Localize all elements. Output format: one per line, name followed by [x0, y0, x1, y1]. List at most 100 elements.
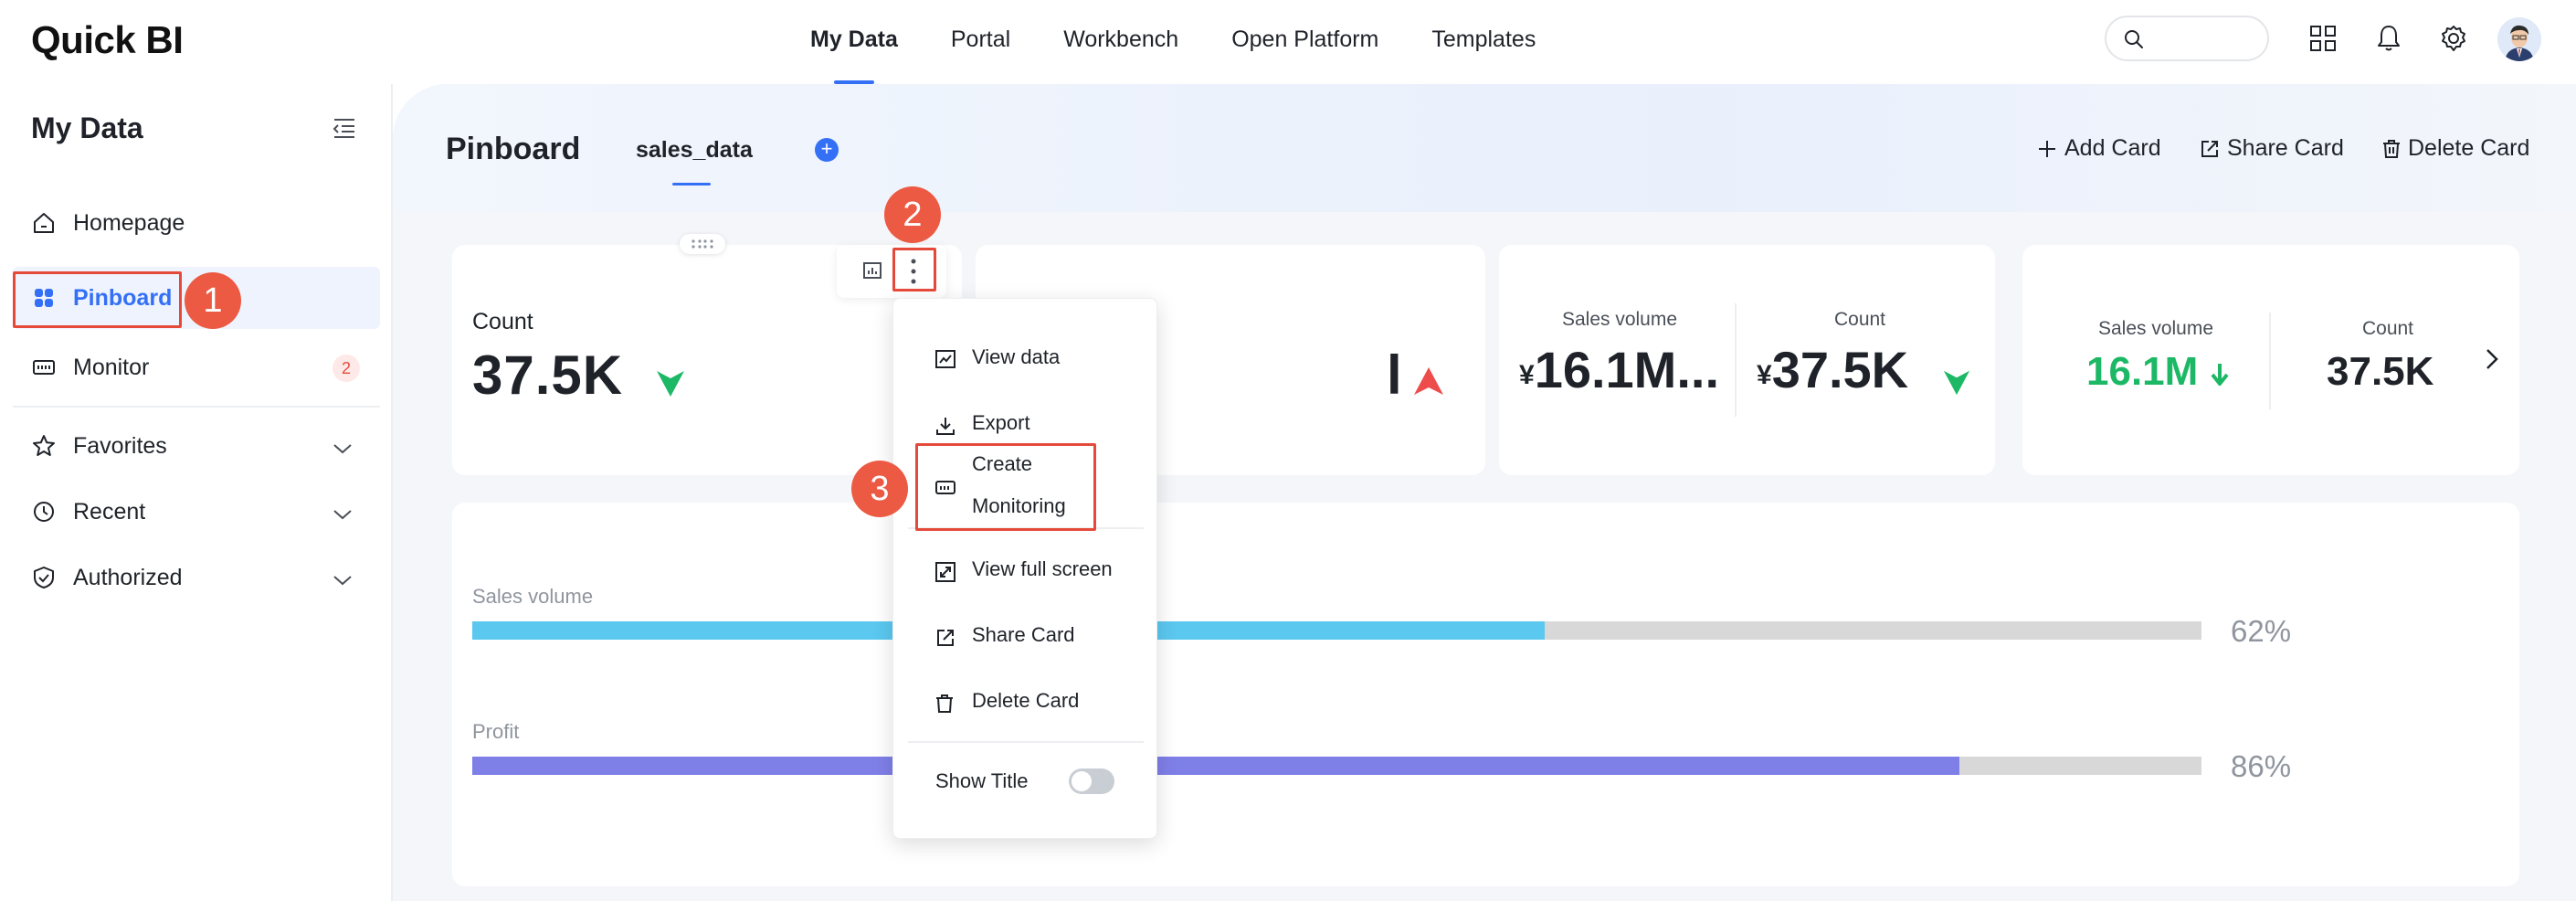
drag-handle[interactable]	[680, 234, 725, 254]
menu-label: View data	[972, 345, 1061, 368]
delete-card-label: Delete Card	[2408, 135, 2530, 161]
card-divider	[2269, 313, 2271, 409]
annotation-step-3: 3	[851, 461, 908, 517]
monitor-count-badge: 2	[333, 355, 360, 382]
menu-label: Show Title	[935, 769, 1029, 792]
card-left-value: ¥16.1M...	[1519, 340, 1719, 399]
card-label: Count	[472, 309, 533, 334]
sidebar-item-label: Favorites	[73, 432, 167, 459]
progress-card[interactable]: Sales volume 62% Profit 86%	[452, 503, 2519, 886]
active-tab-indicator	[672, 183, 711, 186]
page-title: Pinboard	[446, 132, 581, 166]
nav-templates[interactable]: Templates	[1405, 0, 1562, 84]
trash-icon	[936, 694, 953, 713]
collapse-sidebar-icon[interactable]	[333, 117, 356, 143]
kpi-card-sales-count[interactable]: Sales volume ¥16.1M... Count ¥37.5K	[1499, 245, 1995, 475]
menu-divider	[908, 741, 1144, 743]
top-nav: My Data Portal Workbench Open Platform T…	[784, 0, 1562, 84]
kpi-card-4[interactable]: Sales volume 16.1M Count 37.5K	[2022, 245, 2519, 475]
sidebar-item-label: Homepage	[73, 209, 185, 236]
clock-icon	[31, 499, 57, 525]
card-left-value-text: 16.1M...	[1534, 341, 1720, 398]
gear-icon[interactable]	[2435, 20, 2472, 57]
sidebar-divider	[13, 406, 380, 408]
add-tab-button[interactable]: +	[815, 138, 839, 162]
add-card-button[interactable]: Add Card	[2037, 135, 2161, 162]
menu-export[interactable]: Export	[893, 398, 1158, 449]
card-right-value: ¥37.5K	[1757, 340, 1908, 399]
menu-share-card[interactable]: Share Card	[893, 610, 1158, 661]
annotation-highlight-more	[892, 248, 936, 292]
menu-show-title: Show Title	[893, 756, 1158, 807]
pinboard-header: Pinboard sales_data + Add Card Share Car…	[393, 84, 2576, 212]
share-icon	[2201, 140, 2218, 157]
menu-delete-card[interactable]: Delete Card	[893, 675, 1158, 726]
menu-label: Share Card	[972, 623, 1075, 646]
menu-label: Export	[972, 411, 1030, 434]
star-icon	[31, 433, 57, 459]
card-right-label: Count	[2361, 318, 2414, 339]
fullscreen-icon	[935, 562, 955, 582]
card-options-menu: View data Export Create Monitoring View f…	[892, 298, 1157, 839]
sidebar-item-label: Recent	[73, 498, 146, 525]
trend-up-green-icon	[1943, 370, 1970, 396]
menu-label: Delete Card	[972, 689, 1080, 712]
progress-label-profit: Profit	[472, 720, 520, 743]
sidebar-item-homepage[interactable]: Homepage	[13, 192, 380, 254]
apps-grid-icon[interactable]	[2305, 20, 2341, 57]
sidebar: My Data Homepage Pinboard Monitor 2 Favo…	[0, 84, 393, 901]
nav-workbench[interactable]: Workbench	[1037, 0, 1205, 84]
delete-card-button[interactable]: Delete Card	[2382, 135, 2529, 162]
line-chart-icon	[935, 350, 955, 368]
progress-track-sales	[472, 621, 2201, 640]
user-avatar[interactable]	[2497, 17, 2541, 61]
monitor-icon	[31, 355, 57, 380]
sidebar-item-authorized[interactable]: Authorized	[13, 546, 380, 609]
carousel-next-icon[interactable]	[2485, 347, 2499, 376]
progress-label-sales: Sales volume	[472, 585, 594, 608]
sidebar-item-label: Monitor	[73, 354, 150, 380]
share-icon	[937, 630, 954, 646]
chevron-down-icon	[333, 435, 353, 461]
progress-percent-profit: 86%	[2231, 749, 2292, 783]
trend-up-green-icon	[657, 371, 684, 397]
bell-icon[interactable]	[2370, 20, 2407, 57]
sidebar-item-favorites[interactable]: Favorites	[13, 415, 380, 477]
sidebar-item-monitor[interactable]: Monitor 2	[13, 336, 380, 398]
plus-icon	[2039, 140, 2055, 157]
progress-fill-profit	[472, 757, 1959, 775]
card-left-label: Sales volume	[1561, 309, 1678, 330]
main-area: Pinboard sales_data + Add Card Share Car…	[393, 84, 2576, 901]
card-value: 37.5K	[472, 344, 624, 406]
search-input[interactable]	[2156, 25, 2256, 52]
trend-up-red-icon	[1414, 367, 1443, 395]
shield-icon	[31, 565, 57, 590]
annotation-highlight-pinboard	[13, 271, 182, 328]
search-box[interactable]	[2105, 16, 2269, 61]
nav-open-platform[interactable]: Open Platform	[1205, 0, 1405, 84]
nav-my-data[interactable]: My Data	[784, 0, 924, 84]
menu-view-data[interactable]: View data	[893, 332, 1158, 383]
show-title-toggle[interactable]	[1069, 768, 1114, 794]
card-left-label: Sales volume	[2097, 318, 2214, 339]
drag-dots-icon	[692, 239, 713, 249]
annotation-step-1: 1	[185, 272, 241, 329]
add-card-label: Add Card	[2064, 135, 2161, 161]
quick-bi-logo[interactable]: Quick BI	[31, 18, 184, 62]
currency-symbol: ¥	[1757, 360, 1772, 390]
share-card-label: Share Card	[2227, 135, 2344, 161]
share-card-button[interactable]: Share Card	[2200, 135, 2344, 162]
annotation-step-2: 2	[884, 186, 941, 243]
chart-switch-icon[interactable]	[862, 261, 884, 281]
sidebar-title: My Data	[31, 111, 143, 144]
tab-sales-data[interactable]: sales_data	[636, 137, 753, 164]
menu-view-full-screen[interactable]: View full screen	[893, 544, 1158, 595]
card-right-value: 37.5K	[2327, 349, 2434, 394]
nav-portal[interactable]: Portal	[924, 0, 1037, 84]
top-bar: Quick BI My Data Portal Workbench Open P…	[0, 0, 2576, 84]
trash-icon	[2383, 139, 2400, 158]
sidebar-item-recent[interactable]: Recent	[13, 481, 380, 543]
search-icon	[2125, 30, 2143, 48]
annotation-highlight-create-monitoring	[915, 443, 1096, 531]
chevron-down-icon	[333, 567, 353, 593]
